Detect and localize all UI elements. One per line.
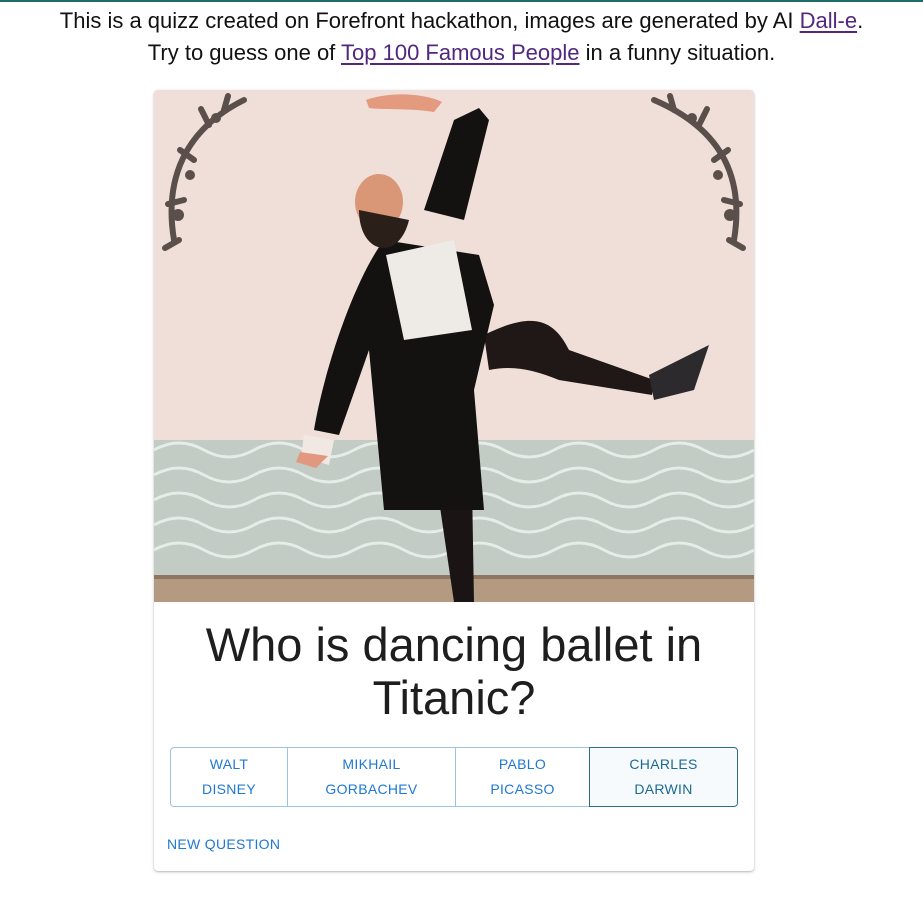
top-100-famous-people-link[interactable]: Top 100 Famous People bbox=[341, 40, 580, 65]
answer-label-first: CHARLES bbox=[629, 756, 698, 772]
answer-button-mikhail-gorbachev[interactable]: MIKHAIL GORBACHEV bbox=[287, 747, 456, 807]
top-accent-line bbox=[0, 0, 923, 2]
answer-button-group: WALT DISNEY MIKHAIL GORBACHEV PABLO PICA… bbox=[170, 747, 738, 807]
answer-label-first: WALT bbox=[209, 756, 249, 772]
answer-label-first: MIKHAIL bbox=[342, 756, 401, 772]
ballet-dancer-image-icon bbox=[154, 90, 754, 602]
answer-label-second: DARWIN bbox=[634, 781, 693, 797]
intro-line-2-end: in a funny situation. bbox=[579, 40, 776, 65]
answer-label-second: GORBACHEV bbox=[325, 781, 418, 797]
answer-label-second: PICASSO bbox=[490, 781, 555, 797]
intro-line-1: This is a quizz created on Forefront hac… bbox=[0, 5, 923, 37]
answer-button-walt-disney[interactable]: WALT DISNEY bbox=[170, 747, 288, 807]
intro-line-2: Try to guess one of Top 100 Famous Peopl… bbox=[0, 37, 923, 69]
intro-line-1-text: This is a quizz created on Forefront hac… bbox=[59, 8, 800, 33]
answer-label-second: DISNEY bbox=[202, 781, 256, 797]
intro-text: This is a quizz created on Forefront hac… bbox=[0, 5, 923, 69]
answer-button-charles-darwin[interactable]: CHARLES DARWIN bbox=[589, 747, 738, 807]
new-question-button[interactable]: NEW QUESTION bbox=[167, 836, 280, 852]
quiz-image bbox=[154, 90, 754, 602]
question-text: Who is dancing ballet in Titanic? bbox=[205, 618, 703, 724]
dalle-link[interactable]: Dall-e bbox=[800, 8, 857, 33]
answer-button-pablo-picasso[interactable]: PABLO PICASSO bbox=[455, 747, 590, 807]
quiz-card: Who is dancing ballet in Titanic? WALT D… bbox=[154, 90, 754, 871]
intro-line-2-text: Try to guess one of bbox=[147, 40, 342, 65]
answer-label-first: PABLO bbox=[498, 756, 547, 772]
intro-line-1-end: . bbox=[857, 8, 864, 33]
